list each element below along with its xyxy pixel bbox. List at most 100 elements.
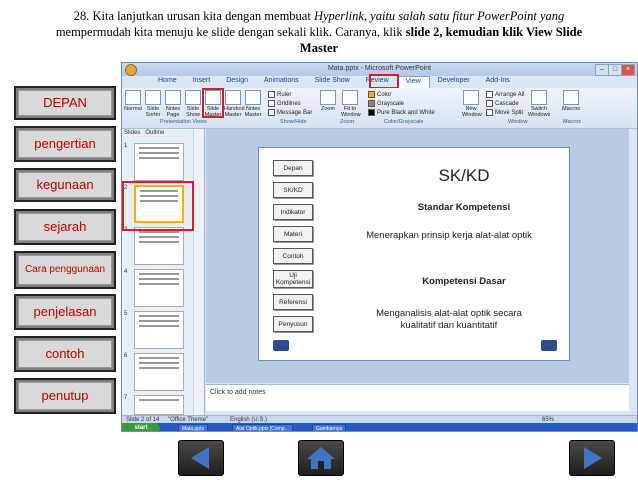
nav-penutup-button[interactable]: penutup xyxy=(14,378,116,414)
taskbar-item[interactable]: Alat Optik.pptx [Comp... xyxy=(232,424,293,431)
instruction-line3-bold: Master xyxy=(299,41,339,55)
nav-depan-label: DEPAN xyxy=(18,90,112,116)
slide-show-label: Slide Show xyxy=(186,106,200,118)
slide-thumbnail[interactable] xyxy=(134,395,184,415)
slide-button-uji-kompetensi[interactable]: Uji Kompetensi xyxy=(273,270,313,288)
slide-text-standar: Menerapkan prinsip kerja alat-alat optik xyxy=(366,230,532,241)
tab-insert[interactable]: Insert xyxy=(185,76,219,88)
grayscale-label: Grayscale xyxy=(377,101,405,108)
handout-master-button[interactable]: Handout Master xyxy=(224,90,245,118)
minimize-icon[interactable]: – xyxy=(595,64,609,76)
nav-pengertian-label: pengertian xyxy=(18,130,112,158)
slide-thumbnail[interactable] xyxy=(134,227,184,265)
slide-thumbnail[interactable] xyxy=(134,143,184,181)
taskbar-item[interactable]: Gambarnya xyxy=(312,424,347,431)
thumb-number: 1 xyxy=(124,143,128,149)
slide-button-indikator[interactable]: Indikator xyxy=(273,204,313,220)
group-label-macros: Macros xyxy=(563,119,582,125)
slide-button-referensi[interactable]: Referensi xyxy=(273,294,313,310)
tab-developer[interactable]: Developer xyxy=(430,76,478,88)
nav-penjelasan-button[interactable]: penjelasan xyxy=(14,294,116,330)
tab-outline[interactable]: Outline xyxy=(145,130,164,136)
color-label: Color xyxy=(377,92,392,99)
windows-taskbar: start Mata.pptx Alat Optik.pptx [Comp...… xyxy=(122,423,637,431)
start-button[interactable]: start xyxy=(122,423,160,431)
switch-windows-icon xyxy=(531,90,547,105)
slide-button-sk-kd[interactable]: SK/KD xyxy=(273,182,313,198)
slide-text-kompetensi-2: kualitatif dan kuantitatif xyxy=(400,320,498,331)
tab-animations[interactable]: Animations xyxy=(256,76,307,88)
normal-view-button[interactable]: Normal xyxy=(124,90,142,112)
slide-master-highlight xyxy=(202,88,224,118)
tab-design[interactable]: Design xyxy=(218,76,256,88)
ruler-label: Ruler xyxy=(277,92,292,99)
slide-thumbnail[interactable] xyxy=(134,269,184,307)
tab-home[interactable]: Home xyxy=(150,76,185,88)
nav-sejarah-label: sejarah xyxy=(18,213,112,241)
zoom-button[interactable]: Zoom xyxy=(319,90,337,112)
nav-contoh-button[interactable]: contoh xyxy=(14,336,116,372)
slide-next-arrow-icon[interactable] xyxy=(541,340,557,351)
home-icon xyxy=(307,447,335,469)
tab-view[interactable]: View xyxy=(396,76,430,88)
new-window-icon xyxy=(463,90,479,105)
slide-button-materi[interactable]: Materi xyxy=(273,226,313,242)
move-split-button[interactable]: Move Split xyxy=(486,109,523,116)
ribbon: Normal Slide Sorter Notes Page Slide Sho… xyxy=(122,88,637,129)
slide-show-icon xyxy=(185,90,201,105)
thumb-number: 5 xyxy=(124,311,128,317)
home-button[interactable] xyxy=(298,440,344,476)
slide-thumbnail[interactable] xyxy=(134,353,184,391)
view-tab-highlight xyxy=(369,74,399,89)
tab-slide-show[interactable]: Slide Show xyxy=(307,76,358,88)
maximize-icon[interactable]: □ xyxy=(608,64,622,76)
macros-button[interactable]: Macros xyxy=(562,90,580,112)
message-bar-checkbox[interactable]: Message Bar xyxy=(268,109,312,116)
notes-pane[interactable]: Click to add notes xyxy=(206,384,629,411)
macros-icon xyxy=(563,90,579,105)
slide-prev-arrow-icon[interactable] xyxy=(273,340,289,351)
notes-page-button[interactable]: Notes Page xyxy=(164,90,182,118)
group-label-show-hide: Show/Hide xyxy=(280,119,307,125)
nav-kegunaan-button[interactable]: kegunaan xyxy=(14,168,116,202)
close-icon[interactable]: × xyxy=(621,64,635,76)
slide-button-contoh[interactable]: Contoh xyxy=(273,248,313,264)
new-window-button[interactable]: New Window xyxy=(462,90,482,118)
switch-windows-button[interactable]: Switch Windows xyxy=(528,90,550,118)
prev-slide-button[interactable] xyxy=(178,440,224,476)
cascade-button[interactable]: Cascade xyxy=(486,100,519,107)
nav-contoh-label: contoh xyxy=(18,340,112,368)
nav-sejarah-button[interactable]: sejarah xyxy=(14,209,116,245)
right-arrow-icon xyxy=(584,447,602,469)
slide-editor: Depan SK/KD Indikator Materi Contoh Uji … xyxy=(206,129,629,383)
nav-depan-button[interactable]: DEPAN xyxy=(14,86,116,120)
slide-sorter-label: Slide Sorter xyxy=(145,106,161,118)
notes-master-icon xyxy=(245,90,261,105)
gridlines-checkbox[interactable]: Gridlines xyxy=(268,100,301,107)
color-option[interactable]: Color xyxy=(368,91,391,98)
slide-title: SK/KD xyxy=(438,166,490,185)
slides-pane-scrollbar[interactable] xyxy=(193,129,203,416)
tab-add-ins[interactable]: Add-Ins xyxy=(478,76,518,88)
slide-sorter-button[interactable]: Slide Sorter xyxy=(144,90,162,118)
slide-text-kompetensi-1: Menganalisis alat-alat optik secara xyxy=(376,308,522,319)
slide-show-button[interactable]: Slide Show xyxy=(184,90,202,118)
slide-button-penyusun[interactable]: Penyusun xyxy=(273,316,313,332)
nav-cara-penggunaan-button[interactable]: Cara penggunaan xyxy=(14,251,116,289)
slide-button-depan[interactable]: Depan xyxy=(273,160,313,176)
slide-heading-standar: Standar Kompetensi xyxy=(417,202,511,213)
nav-pengertian-button[interactable]: pengertian xyxy=(14,126,116,162)
slide-heading-kompetensi: Kompetensi Dasar xyxy=(422,276,506,287)
pure-black-white-option[interactable]: Pure Black and White xyxy=(368,109,435,116)
arrange-all-button[interactable]: Arrange All xyxy=(486,91,524,98)
nav-penutup-label: penutup xyxy=(18,382,112,410)
fit-to-window-button[interactable]: Fit to Window xyxy=(341,90,361,118)
ruler-checkbox[interactable]: Ruler xyxy=(268,91,291,98)
tab-slides[interactable]: Slides xyxy=(124,130,140,136)
next-slide-button[interactable] xyxy=(569,440,615,476)
grayscale-option[interactable]: Grayscale xyxy=(368,100,404,107)
zoom-label: Zoom xyxy=(320,106,336,112)
taskbar-item[interactable]: Mata.pptx xyxy=(178,424,208,431)
slide-thumbnail[interactable] xyxy=(134,311,184,349)
notes-master-button[interactable]: Notes Master xyxy=(244,90,262,118)
